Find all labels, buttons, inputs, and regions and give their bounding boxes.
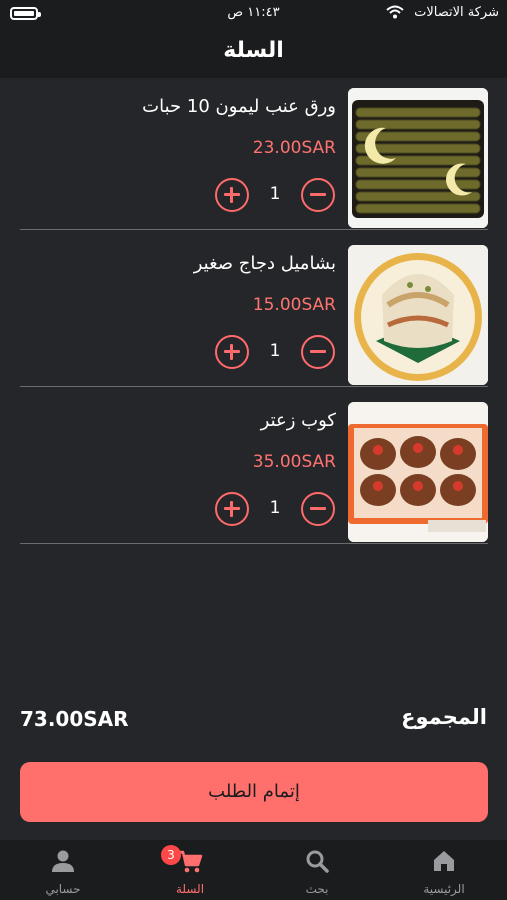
zaatar-cup-image: [348, 402, 488, 542]
quantity-value: 1: [269, 498, 281, 518]
tab-search[interactable]: بحث: [254, 840, 380, 900]
cart-item: بشاميل دجاج صغير 15.00SAR 1: [20, 237, 488, 387]
cart-item: كوب زعتر 35.00SAR 1: [20, 394, 488, 544]
decrease-button[interactable]: [301, 492, 335, 526]
increase-button[interactable]: [215, 492, 249, 526]
tab-label: بحث: [305, 882, 329, 896]
cart-item: ورق عنب ليمون 10 حبات 23.00SAR 1: [20, 80, 488, 230]
quantity-value: 1: [269, 341, 281, 361]
decrease-button[interactable]: [301, 335, 335, 369]
item-price: 35.00SAR: [252, 452, 336, 472]
status-bar: ١١:٤٣ ص شركة الاتصالات: [0, 0, 507, 28]
total-value: 73.00SAR: [20, 707, 129, 731]
item-name: بشاميل دجاج صغير: [193, 253, 336, 274]
home-icon: [434, 851, 454, 871]
page-title: السلة: [223, 38, 284, 63]
tab-account[interactable]: حسابي: [0, 840, 126, 900]
item-name: كوب زعتر: [260, 410, 336, 431]
tab-label: السلة: [175, 882, 205, 896]
tab-home[interactable]: الرئيسية: [381, 840, 507, 900]
item-name: ورق عنب ليمون 10 حبات: [142, 96, 336, 117]
tab-cart[interactable]: 3 السلة: [127, 840, 253, 900]
vine-leaves-image: [348, 88, 488, 228]
quantity-stepper: 1: [215, 492, 335, 526]
search-icon: [306, 850, 329, 873]
item-price: 15.00SAR: [252, 295, 336, 315]
chicken-bechamel-image: [348, 245, 488, 385]
cart-count-badge: 3: [161, 845, 181, 865]
header: السلة: [0, 28, 507, 78]
quantity-stepper: 1: [215, 178, 335, 212]
total-label: المجموع: [401, 705, 487, 729]
quantity-value: 1: [269, 184, 281, 204]
person-icon: [52, 850, 74, 872]
tab-label: الرئيسية: [423, 882, 465, 896]
checkout-button[interactable]: إتمام الطلب: [20, 762, 488, 822]
decrease-button[interactable]: [301, 178, 335, 212]
increase-button[interactable]: [215, 178, 249, 212]
wifi-icon: [386, 5, 404, 19]
tab-label: حسابي: [45, 882, 81, 896]
cart-icon: [179, 850, 203, 873]
quantity-stepper: 1: [215, 335, 335, 369]
item-price: 23.00SAR: [252, 138, 336, 158]
status-carrier: شركة الاتصالات: [414, 5, 499, 20]
increase-button[interactable]: [215, 335, 249, 369]
tab-bar: الرئيسية بحث 3 السلة حسابي: [0, 840, 507, 900]
